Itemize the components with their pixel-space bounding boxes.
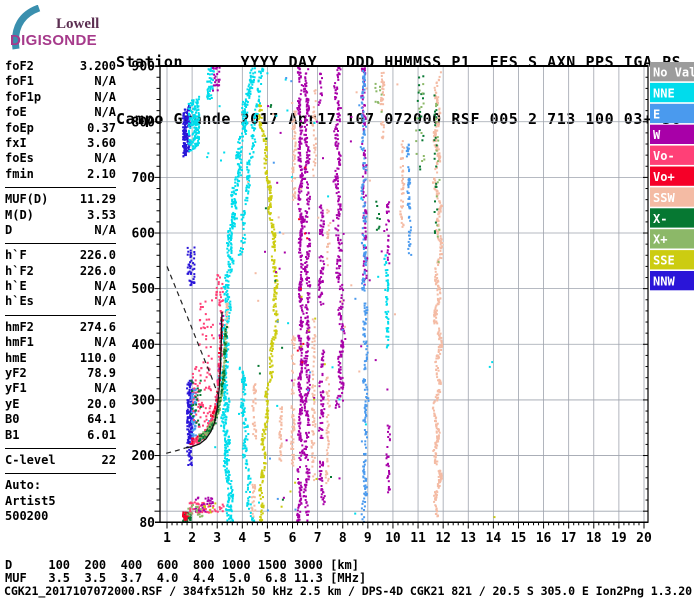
legend-label: SSE: [653, 254, 675, 268]
y-axis-labels: 90080070060050040030020080: [132, 60, 156, 531]
muf-row: MUF 3.5 3.5 3.7 4.0 4.4 5.0 6.8 11.3 [MH…: [5, 571, 367, 585]
echo-dots: [181, 66, 496, 523]
legend-label: W: [653, 128, 661, 142]
grid: [160, 66, 648, 523]
d-scale-row: D 100 200 400 600 800 1000 1500 3000 [km…: [5, 558, 360, 572]
x-axis-labels: 1 2 3 4 5 6 7 8 9 10 11 12 13 14 15 16 17 18 19 20: [163, 531, 652, 546]
legend-label: Vo-: [653, 149, 675, 163]
trace-dashed-lead: [166, 447, 186, 454]
legend-label: X-: [653, 212, 667, 226]
file-info-line: CGK21_2017107072000.RSF / 384fx512h 50 k…: [4, 584, 693, 598]
ionogram-plot: 90080070060050040030020080 1 2 3 4 5 6 7 8 9 10 11 1…: [132, 60, 697, 546]
legend-label: NNE: [653, 86, 675, 100]
legend-label: X+: [653, 233, 667, 247]
legend-label: SSW: [653, 191, 675, 205]
legend-label: Vo+: [653, 170, 675, 184]
plot-frame: [155, 65, 649, 524]
direction-legend: No Val NNE EW Vo- Vo+ SSW X- X+ SSE NNW: [650, 62, 696, 291]
legend-label: No Val: [653, 66, 696, 80]
legend-label: E: [653, 107, 660, 121]
legend-label: NNW: [653, 275, 675, 289]
